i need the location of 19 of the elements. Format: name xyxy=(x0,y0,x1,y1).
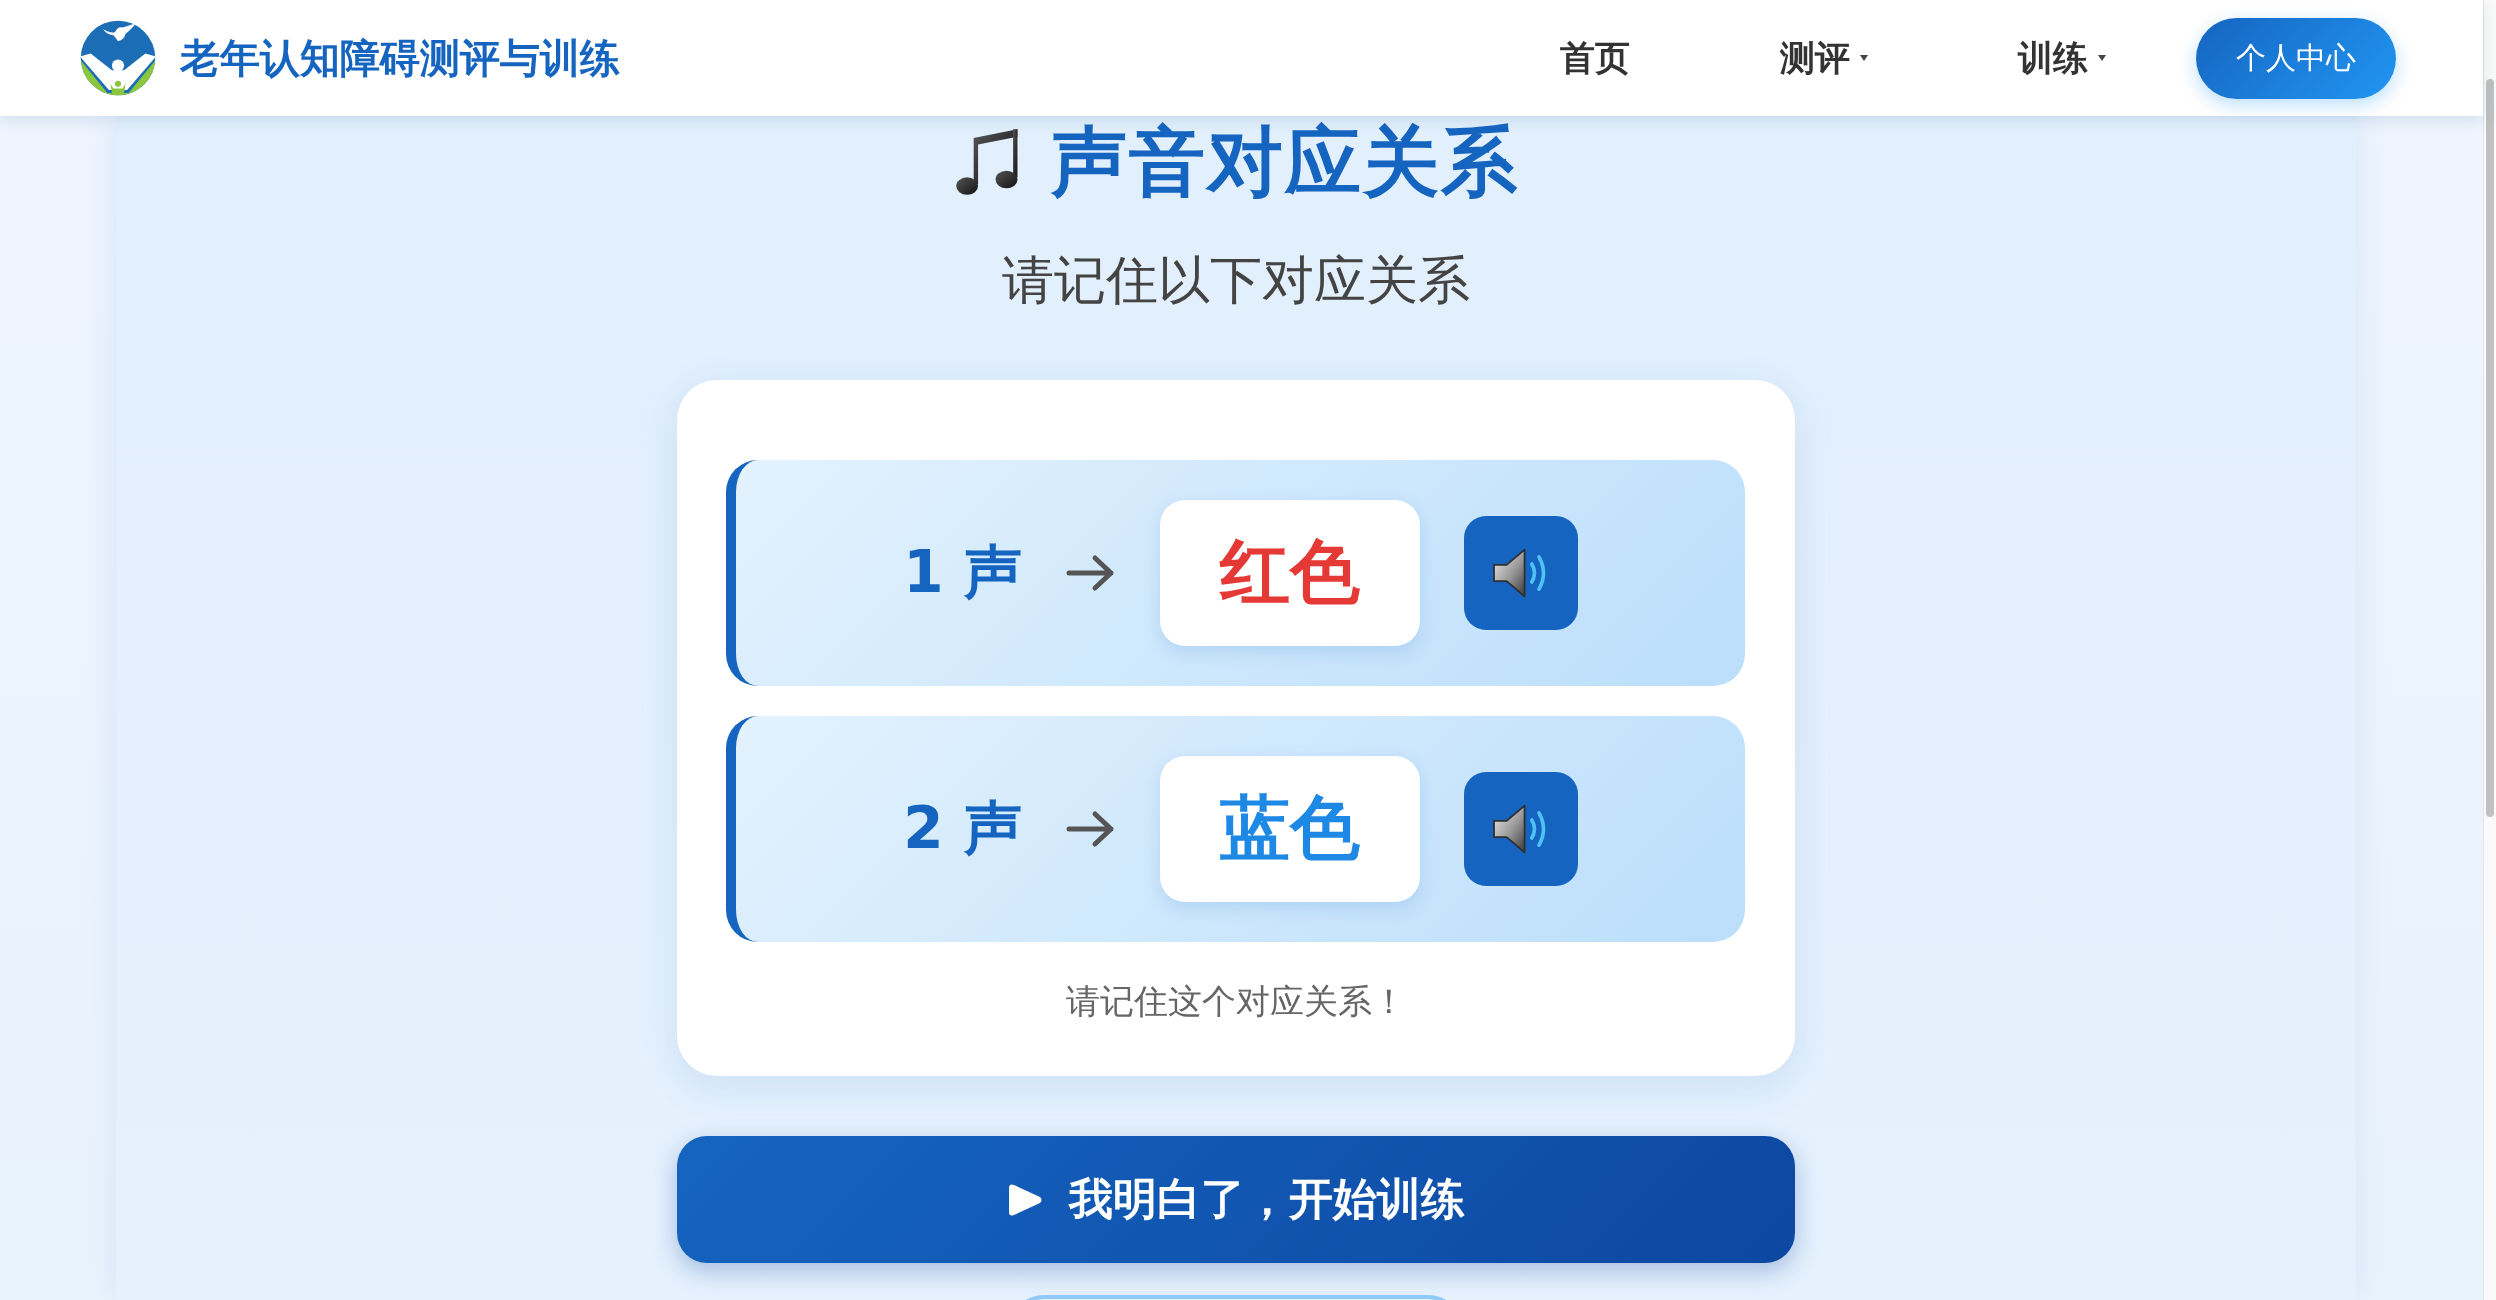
color-word-card: 蓝色 xyxy=(1159,756,1420,902)
page-subtitle: 请记住以下对应关系 xyxy=(1002,249,1470,312)
arrow-icon xyxy=(1065,809,1116,849)
scrollbar-thumb[interactable] xyxy=(2486,79,2494,817)
play-sound-button[interactable] xyxy=(1463,772,1578,886)
start-button[interactable]: 我明白了，开始训练 xyxy=(677,1136,1795,1263)
nav-link[interactable]: 首页 xyxy=(1560,37,1630,79)
sound-label: 2 声 xyxy=(903,793,1022,864)
sound-label: 1 声 xyxy=(903,537,1022,608)
color-word-card: 红色 xyxy=(1159,500,1420,646)
nav-link[interactable]: 训练 xyxy=(2018,37,2106,79)
page-title: 声音对应关系 xyxy=(1050,116,1519,207)
site-title: 老年认知障碍测评与训练 xyxy=(180,33,620,83)
play-sound-button[interactable] xyxy=(1463,516,1578,630)
account-button[interactable]: 个人中心 xyxy=(2196,17,2396,99)
play-icon xyxy=(1007,1182,1043,1217)
hint-text: 请记住这个对应关系！ xyxy=(1064,980,1407,1023)
arrow-icon xyxy=(1065,553,1116,593)
nav-link[interactable]: 测评 xyxy=(1780,37,1868,79)
